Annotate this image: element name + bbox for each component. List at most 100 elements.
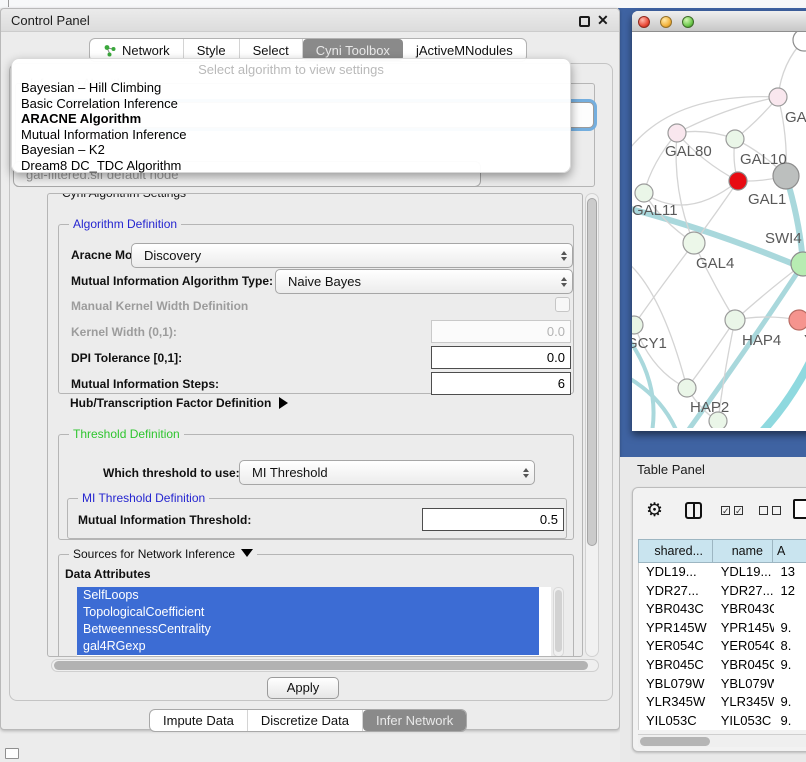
tab-infer-network[interactable]: Infer Network [363, 710, 466, 731]
hub-definition-toggle[interactable]: Hub/Transcription Factor Definition [70, 396, 288, 410]
kernel-width-label: Kernel Width (0,1): [71, 325, 177, 339]
table-cell: YBL079W [639, 675, 714, 694]
network-node-gal[interactable] [769, 88, 787, 106]
table-cell: YDL19... [639, 563, 714, 582]
network-node-hap4[interactable] [725, 310, 745, 330]
algorithm-option[interactable]: ARACNE Algorithm [12, 111, 570, 127]
table-panel-window: ⚙ ✓ ✓ shared...nameA YDL19...YDL19...13Y… [632, 487, 806, 752]
algorithm-option[interactable]: Basic Correlation Inference [12, 96, 570, 112]
network-node-gal4[interactable] [683, 232, 705, 254]
table-horizontal-scrollbar[interactable] [638, 734, 806, 747]
settings-vertical-scrollbar[interactable] [585, 193, 599, 657]
close-icon[interactable]: ✕ [597, 12, 609, 29]
node-label: GAL4 [696, 255, 734, 272]
column-header[interactable]: shared... [638, 539, 713, 563]
cyni-algorithm-settings-group: Cyni Algorithm Settings Algorithm Defini… [47, 193, 583, 657]
table-cell: YBR045C [639, 656, 714, 675]
network-canvas[interactable]: GALGAL80GAL10GAL1GAL11SWI4GAL4GCY1HAP4YH… [632, 32, 806, 428]
algorithm-option[interactable]: Bayesian – K2 [12, 142, 570, 158]
table-row[interactable]: YBR045CYBR045C9. [639, 656, 806, 675]
collapse-down-icon [241, 549, 253, 557]
attribute-list-item[interactable]: gal4RGexp [77, 638, 539, 655]
which-threshold-combo[interactable]: MI Threshold [239, 460, 535, 485]
settings-horizontal-scrollbar[interactable] [51, 659, 599, 672]
algorithm-option[interactable]: Bayesian – Hill Climbing [12, 80, 570, 96]
gear-icon[interactable]: ⚙ [646, 501, 663, 520]
algorithm-option[interactable]: Mutual Information Inference [12, 127, 570, 143]
deselect-all-icon[interactable] [772, 506, 781, 515]
network-node-swi4[interactable] [791, 252, 806, 276]
network-node-gal80[interactable] [668, 124, 686, 142]
node-label: HAP2 [690, 399, 729, 416]
table-row[interactable]: YIL053CYIL053C9. [639, 712, 806, 730]
mi-threshold-field[interactable]: 0.5 [422, 508, 564, 531]
network-node-hap2[interactable] [678, 379, 696, 397]
table-row[interactable]: YBL079WYBL079W [639, 675, 806, 694]
sources-title[interactable]: Sources for Network Inference [69, 547, 257, 561]
network-node-y[interactable] [789, 310, 806, 330]
node-label: GAL10 [740, 151, 787, 168]
window-edge-line [8, 0, 9, 7]
table-row[interactable]: YDR27...YDR27...12 [639, 582, 806, 601]
control-panel-titlebar: Control Panel ✕ [1, 9, 619, 32]
attributes-scrollbar[interactable] [553, 587, 564, 657]
table-row[interactable]: YLR345WYLR345W9. [639, 693, 806, 712]
manual-kernel-checkbox[interactable] [555, 297, 570, 312]
table-row[interactable]: YER054CYER054C8. [639, 637, 806, 656]
table-cell: YIL053C [639, 712, 714, 730]
threshold-definition-group: Threshold Definition Which threshold to … [58, 434, 574, 540]
aracne-mode-value: Discovery [144, 248, 201, 263]
network-edge[interactable] [644, 133, 677, 193]
column-header[interactable]: name [713, 539, 773, 563]
network-node-gal1[interactable] [729, 172, 747, 190]
mi-steps-field[interactable]: 6 [431, 372, 571, 395]
attribute-list-item[interactable]: SelfLoops [77, 587, 539, 604]
network-edge[interactable] [760, 354, 806, 428]
table-cell: YPR145W [714, 619, 774, 638]
table-row[interactable]: YPR145WYPR145W9. [639, 619, 806, 638]
network-node-gcy1[interactable] [632, 316, 643, 334]
algorithm-option[interactable]: Dream8 DC_TDC Algorithm [12, 158, 570, 174]
column-header[interactable]: A [773, 539, 806, 563]
network-icon [103, 44, 116, 57]
attribute-list-item[interactable]: BetweennessCentrality [77, 621, 539, 638]
data-attributes-label: Data Attributes [65, 567, 151, 581]
mi-type-combo[interactable]: Naive Bayes [275, 269, 573, 294]
mi-steps-label: Mutual Information Steps: [71, 377, 219, 391]
close-traffic-light-icon[interactable] [638, 16, 650, 28]
kernel-width-field[interactable]: 0.0 [431, 320, 571, 343]
dpi-tolerance-field[interactable]: 0.0 [431, 346, 571, 369]
attribute-list-item[interactable]: TopologicalCoefficient [77, 604, 539, 621]
network-node-gal11[interactable] [635, 184, 653, 202]
table-row[interactable]: YDL19...YDL19...13 [639, 563, 806, 582]
network-edge[interactable] [634, 243, 694, 325]
select-all-icon[interactable]: ✓ [734, 506, 743, 515]
table-cell: YER054C [714, 637, 774, 656]
table-body: YDL19...YDL19...13YDR27...YDR27...12YBR0… [638, 563, 806, 730]
columns-icon[interactable] [685, 502, 702, 519]
spinner-arrows-icon [523, 461, 529, 484]
minimize-traffic-light-icon[interactable] [660, 16, 672, 28]
network-window-titlebar[interactable] [632, 11, 806, 32]
network-edge[interactable] [677, 97, 778, 133]
table-cell: YDR27... [714, 582, 774, 601]
network-node[interactable] [793, 32, 806, 51]
minimized-panel-icon[interactable] [5, 748, 19, 759]
tab-label: Cyni Toolbox [316, 43, 390, 58]
new-table-icon[interactable] [793, 499, 806, 519]
tab-impute-data[interactable]: Impute Data [150, 710, 248, 731]
float-window-icon[interactable] [579, 16, 590, 27]
table-cell: YER054C [639, 637, 714, 656]
deselect-all-icon[interactable] [759, 506, 768, 515]
tab-discretize-data[interactable]: Discretize Data [248, 710, 363, 731]
bottom-tabs: Impute DataDiscretize DataInfer Network [149, 709, 467, 732]
apply-button[interactable]: Apply [267, 677, 339, 699]
control-panel-window: Control Panel ✕ NetworkStyleSelectCyni T… [0, 8, 620, 730]
zoom-traffic-light-icon[interactable] [682, 16, 694, 28]
aracne-mode-combo[interactable]: Discovery [131, 243, 573, 268]
network-node-gal10[interactable] [726, 130, 744, 148]
select-all-icon[interactable]: ✓ [721, 506, 730, 515]
table-row[interactable]: YBR043CYBR043C [639, 600, 806, 619]
mi-threshold-label: Mutual Information Threshold: [78, 513, 251, 527]
spinner-arrows-icon [561, 244, 567, 267]
